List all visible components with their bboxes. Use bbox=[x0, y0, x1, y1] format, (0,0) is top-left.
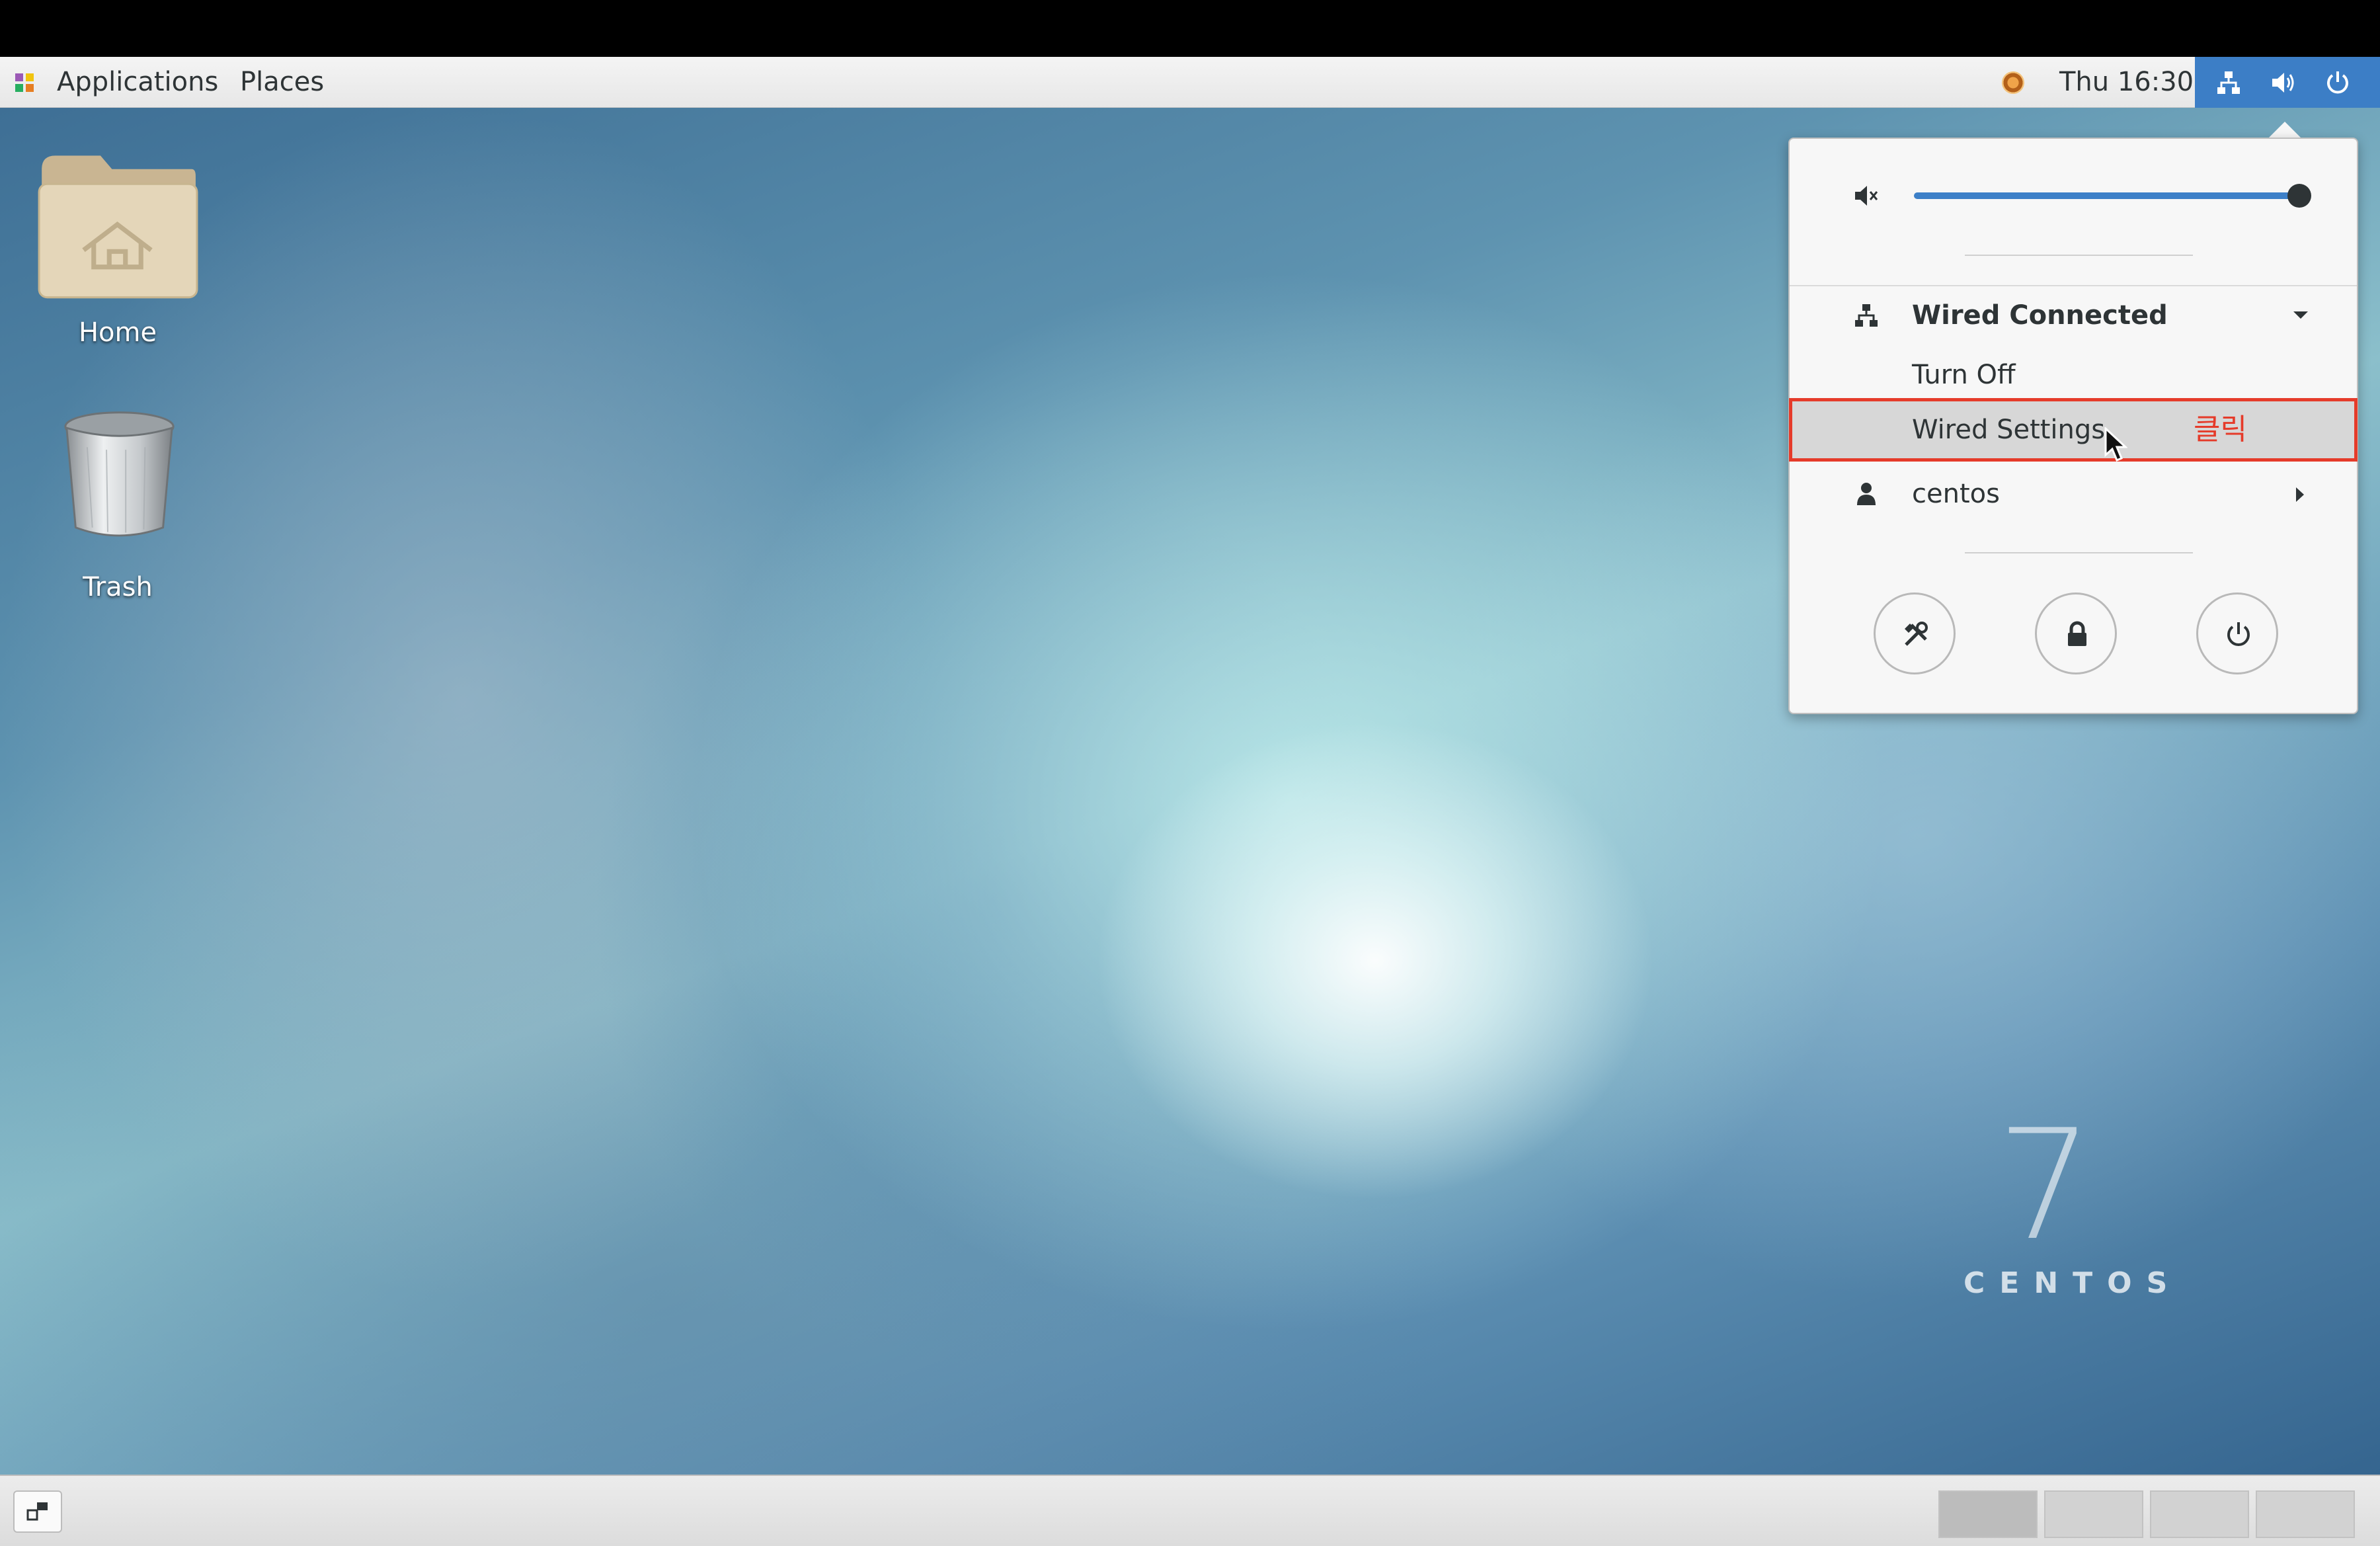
centos-version-number: 7 bbox=[1997, 1098, 2094, 1274]
power-off-button[interactable] bbox=[2196, 592, 2278, 674]
home-folder-icon bbox=[38, 155, 198, 299]
desktop-icon-home[interactable]: Home bbox=[36, 149, 202, 354]
volume-icon bbox=[2272, 73, 2294, 93]
desktop-icon-trash[interactable]: Trash bbox=[36, 407, 202, 605]
user-menu-item[interactable]: centos bbox=[1790, 464, 2357, 524]
notification-icon[interactable] bbox=[2002, 71, 2024, 94]
power-icon bbox=[2227, 622, 2250, 646]
menu-pointer bbox=[2268, 122, 2302, 139]
power-icon bbox=[2327, 71, 2348, 94]
network-wired-icon bbox=[1855, 304, 1878, 327]
desktop-icon-label: Home bbox=[78, 317, 157, 348]
menu-separator bbox=[1965, 552, 2193, 553]
chevron-right-icon bbox=[2296, 487, 2304, 502]
volume-slider-track[interactable] bbox=[1914, 192, 2301, 199]
places-menu[interactable]: Places bbox=[240, 57, 324, 108]
applications-menu[interactable]: Applications bbox=[57, 57, 218, 108]
applications-logo-icon bbox=[15, 73, 34, 92]
desktop-icon-label: Trash bbox=[83, 572, 153, 602]
wired-settings-item[interactable]: Wired Settings bbox=[1789, 398, 2358, 462]
tools-icon bbox=[1905, 622, 1928, 646]
turn-off-label: Turn Off bbox=[1912, 360, 2016, 390]
network-wired-icon bbox=[2217, 71, 2240, 94]
clock[interactable]: Thu 16:30 bbox=[2059, 57, 2194, 108]
lock-icon bbox=[2068, 621, 2086, 646]
settings-button[interactable] bbox=[1874, 592, 1956, 674]
volume-slider-handle[interactable] bbox=[2287, 184, 2311, 208]
show-desktop-icon bbox=[26, 1502, 48, 1521]
volume-muted-icon bbox=[1855, 186, 1878, 206]
wired-settings-label: Wired Settings bbox=[1912, 415, 2106, 445]
mouse-cursor-icon bbox=[2104, 427, 2127, 462]
expand-down-icon bbox=[2293, 311, 2308, 319]
lock-button[interactable] bbox=[2035, 592, 2117, 674]
workspace-4[interactable] bbox=[2256, 1490, 2355, 1538]
click-annotation: 클릭 bbox=[2194, 413, 2247, 446]
system-status-area[interactable] bbox=[2195, 57, 2380, 108]
menu-separator bbox=[1965, 255, 2193, 256]
trash-icon bbox=[64, 411, 175, 537]
bottom-panel bbox=[0, 1475, 2380, 1546]
show-desktop-button[interactable] bbox=[13, 1490, 62, 1533]
workspace-2[interactable] bbox=[2044, 1490, 2143, 1538]
network-status-label: Wired Connected bbox=[1912, 300, 2168, 331]
workspace-3[interactable] bbox=[2150, 1490, 2249, 1538]
workspace-1[interactable] bbox=[1938, 1490, 2038, 1538]
network-wired-item[interactable]: Wired Connected bbox=[1790, 286, 2357, 345]
user-name-label: centos bbox=[1912, 479, 2000, 509]
turn-off-item[interactable]: Turn Off bbox=[1790, 345, 2357, 405]
top-panel: Applications Places Thu 16:30 bbox=[0, 57, 2380, 108]
centos-wordmark: CENTOS bbox=[1964, 1266, 2182, 1300]
user-icon bbox=[1857, 483, 1876, 505]
